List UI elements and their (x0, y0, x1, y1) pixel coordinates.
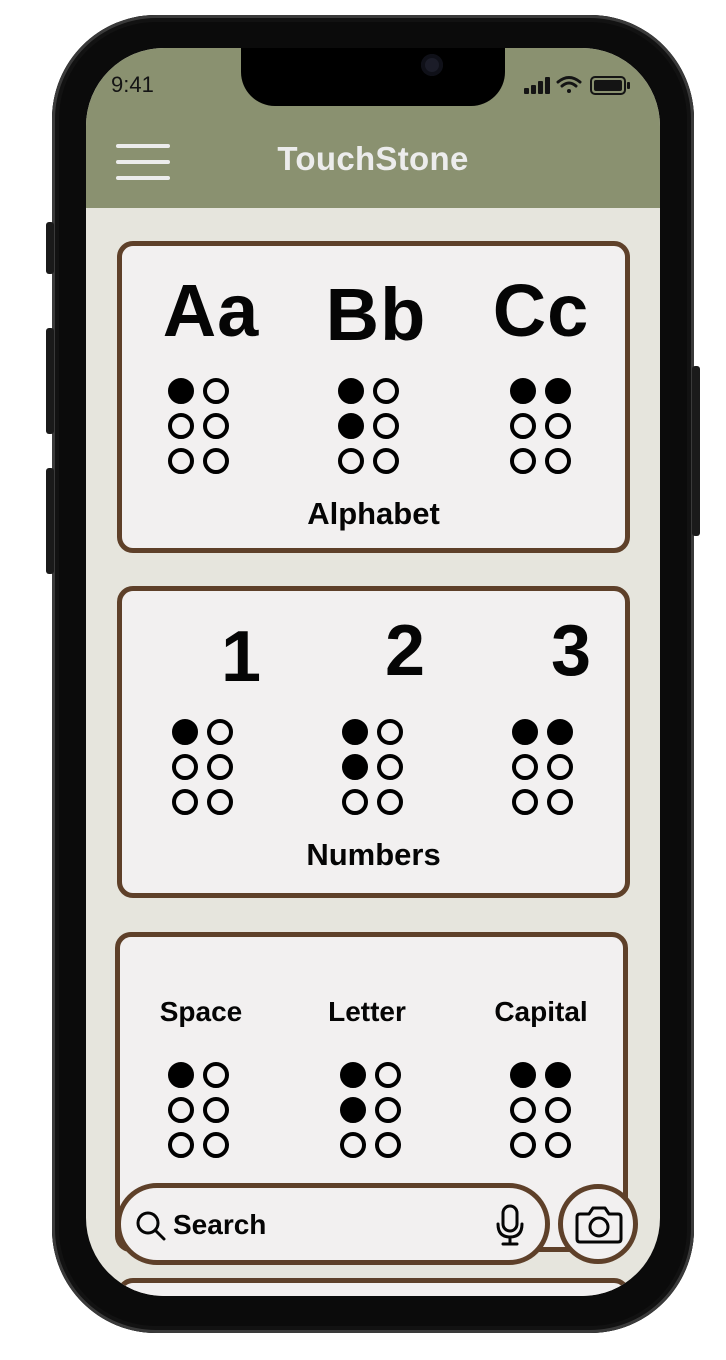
braille-dot-raised (338, 413, 364, 439)
search-placeholder: Search (173, 1209, 267, 1240)
braille-dot-flat (545, 1132, 571, 1158)
numbers-card[interactable]: 1 2 3 Numbers (117, 586, 630, 898)
braille-dot-flat (172, 754, 198, 780)
braille-dot-raised (168, 1062, 194, 1088)
braille-dot-flat (203, 448, 229, 474)
braille-dot-raised (340, 1097, 366, 1123)
braille-dot-raised (512, 719, 538, 745)
braille-dot-flat (377, 789, 403, 815)
braille-dot-flat (375, 1132, 401, 1158)
braille-dot-raised (510, 378, 536, 404)
volume-up-button (46, 328, 54, 434)
braille-dot-flat (207, 789, 233, 815)
braille-dot-raised (545, 1062, 571, 1088)
braille-dot-flat (510, 413, 536, 439)
braille-dot-flat (547, 754, 573, 780)
braille-dot-flat (203, 413, 229, 439)
braille-cell-a (168, 378, 238, 478)
glyph-3: 3 (550, 611, 592, 691)
mute-switch (46, 222, 54, 274)
braille-dot-raised (545, 378, 571, 404)
braille-cell-1 (172, 719, 242, 819)
braille-cell-c (510, 378, 580, 478)
glyph-2: 2 (384, 611, 426, 691)
letter-label: Letter (328, 996, 406, 1027)
braille-dot-flat (168, 413, 194, 439)
braille-dot-flat (510, 448, 536, 474)
phone-screen: 9:41 TouchStone Aa Bb Cc Alphabet 1 2 3 … (86, 48, 660, 1296)
volume-down-button (46, 468, 54, 574)
braille-dot-raised (547, 719, 573, 745)
notch (241, 48, 505, 106)
braille-cell-2 (342, 719, 412, 819)
microphone-icon[interactable] (495, 1204, 525, 1246)
glyph-bb: Bb (325, 273, 427, 356)
capital-label: Capital (494, 996, 588, 1027)
braille-dot-flat (342, 789, 368, 815)
search-input[interactable]: Search (116, 1183, 550, 1265)
glyph-1: 1 (220, 617, 262, 697)
braille-dot-flat (340, 1132, 366, 1158)
braille-cell-b (338, 378, 408, 478)
glyph-cc: Cc (492, 269, 590, 352)
braille-dot-raised (172, 719, 198, 745)
braille-dot-raised (510, 1062, 536, 1088)
braille-dot-flat (375, 1062, 401, 1088)
braille-dot-raised (338, 378, 364, 404)
braille-cell-capital (510, 1062, 580, 1162)
braille-dot-flat (373, 413, 399, 439)
braille-dot-flat (512, 789, 538, 815)
braille-dot-flat (547, 789, 573, 815)
app-header: TouchStone (86, 116, 660, 208)
braille-dot-flat (375, 1097, 401, 1123)
braille-dot-flat (512, 754, 538, 780)
braille-dot-flat (168, 448, 194, 474)
alphabet-card[interactable]: Aa Bb Cc Alphabet (117, 241, 630, 553)
signal-icon (524, 77, 550, 94)
braille-dot-flat (203, 1097, 229, 1123)
braille-dot-flat (203, 1132, 229, 1158)
braille-dot-flat (373, 448, 399, 474)
braille-dot-flat (203, 378, 229, 404)
camera-icon (575, 1206, 623, 1244)
braille-dot-raised (342, 754, 368, 780)
status-time: 9:41 (111, 72, 154, 97)
braille-cell-letter (340, 1062, 410, 1162)
alphabet-label: Alphabet (307, 496, 440, 531)
braille-dot-flat (377, 719, 403, 745)
front-camera (421, 54, 443, 76)
braille-dot-flat (377, 754, 403, 780)
braille-cell-space (168, 1062, 238, 1162)
braille-dot-flat (172, 789, 198, 815)
braille-dot-flat (545, 1097, 571, 1123)
next-card[interactable] (117, 1278, 630, 1296)
braille-cell-3 (512, 719, 582, 819)
braille-dot-flat (545, 448, 571, 474)
glyph-aa: Aa (162, 269, 260, 352)
braille-dot-flat (207, 754, 233, 780)
power-button (692, 366, 700, 536)
camera-button[interactable] (558, 1184, 638, 1264)
braille-dot-raised (340, 1062, 366, 1088)
braille-dot-flat (545, 413, 571, 439)
search-icon (136, 1211, 166, 1241)
status-icons (524, 76, 630, 95)
battery-icon (590, 76, 630, 95)
braille-dot-flat (207, 719, 233, 745)
app-title: TouchStone (277, 140, 469, 177)
numbers-label: Numbers (306, 837, 441, 872)
braille-dot-raised (342, 719, 368, 745)
braille-dot-raised (168, 378, 194, 404)
braille-dot-flat (510, 1097, 536, 1123)
braille-dot-flat (168, 1132, 194, 1158)
braille-dot-flat (510, 1132, 536, 1158)
braille-dot-flat (373, 378, 399, 404)
braille-dot-flat (168, 1097, 194, 1123)
wifi-icon (556, 76, 582, 93)
braille-dot-flat (338, 448, 364, 474)
braille-dot-flat (203, 1062, 229, 1088)
space-label: Space (159, 996, 243, 1027)
